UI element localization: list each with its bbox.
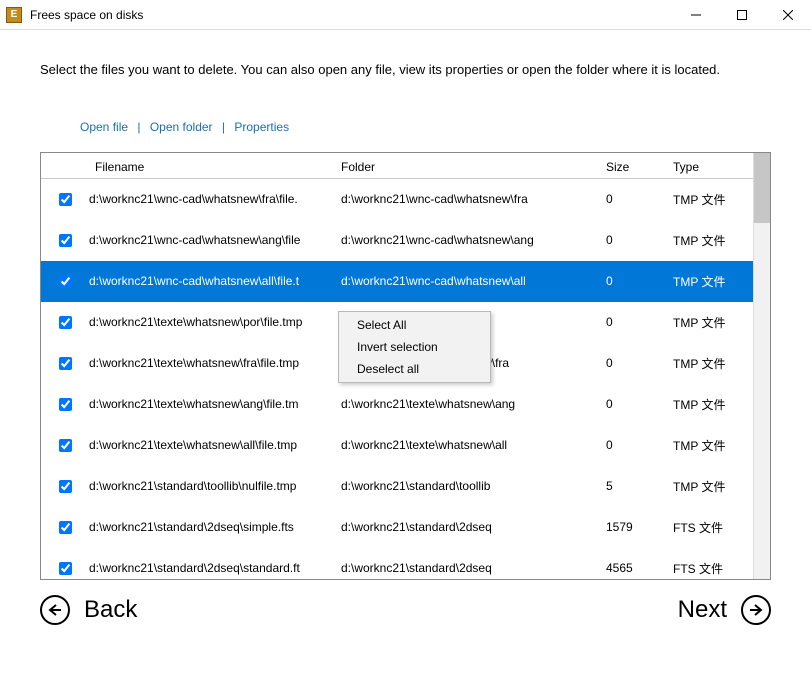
arrow-right-icon [741,595,771,625]
table-row[interactable]: d:\worknc21\wnc-cad\whatsnew\fra\file.d:… [41,179,753,220]
arrow-left-icon [40,595,70,625]
open-file-link[interactable]: Open file [80,120,128,134]
cell-type: TMP 文件 [651,273,746,290]
cell-filename: d:\worknc21\texte\whatsnew\fra\file.tmp [89,356,341,370]
cell-folder: d:\worknc21\standard\2dseq [341,561,551,575]
cell-size: 0 [551,397,651,411]
column-filename[interactable]: Filename [89,156,341,174]
row-checkbox[interactable] [59,398,72,411]
row-checkbox[interactable] [59,316,72,329]
cell-filename: d:\worknc21\texte\whatsnew\por\file.tmp [89,315,341,329]
cell-type: TMP 文件 [651,437,746,454]
cell-filename: d:\worknc21\texte\whatsnew\all\file.tmp [89,438,341,452]
table-header: Filename Folder Size Type [41,153,753,179]
vertical-scrollbar[interactable] [753,153,770,579]
cell-type: FTS 文件 [651,560,746,577]
back-label: Back [84,596,137,624]
table-row[interactable]: d:\worknc21\standard\2dseq\simple.ftsd:\… [41,507,753,548]
maximize-button[interactable] [719,0,765,30]
app-icon: E [6,7,22,23]
cell-size: 4565 [551,561,651,575]
cell-folder: d:\worknc21\wnc-cad\whatsnew\fra [341,192,551,206]
row-checkbox[interactable] [59,480,72,493]
column-size[interactable]: Size [551,156,651,174]
cell-folder: d:\worknc21\texte\whatsnew\ang [341,397,551,411]
table-row[interactable]: d:\worknc21\wnc-cad\whatsnew\ang\filed:\… [41,220,753,261]
next-button[interactable]: Next [678,595,771,625]
menu-deselect-all[interactable]: Deselect all [341,358,488,380]
cell-type: TMP 文件 [651,191,746,208]
cell-filename: d:\worknc21\wnc-cad\whatsnew\ang\file [89,233,341,247]
cell-folder: d:\worknc21\wnc-cad\whatsnew\all [341,274,551,288]
back-button[interactable]: Back [40,595,137,625]
properties-link[interactable]: Properties [234,120,289,134]
row-checkbox[interactable] [59,357,72,370]
cell-size: 5 [551,479,651,493]
window-title: Frees space on disks [30,8,143,22]
cell-size: 0 [551,192,651,206]
cell-folder: d:\worknc21\standard\toollib [341,479,551,493]
cell-filename: d:\worknc21\standard\2dseq\standard.ft [89,561,341,575]
context-menu: Select All Invert selection Deselect all [338,311,491,383]
cell-size: 0 [551,438,651,452]
cell-size: 0 [551,356,651,370]
instruction-text: Select the files you want to delete. You… [40,60,771,80]
column-type[interactable]: Type [651,156,746,174]
table-row[interactable]: d:\worknc21\standard\toollib\nulfile.tmp… [41,466,753,507]
cell-type: TMP 文件 [651,355,746,372]
cell-size: 0 [551,315,651,329]
menu-invert-selection[interactable]: Invert selection [341,336,488,358]
cell-type: FTS 文件 [651,519,746,536]
open-folder-link[interactable]: Open folder [150,120,213,134]
cell-type: TMP 文件 [651,478,746,495]
cell-size: 1579 [551,520,651,534]
column-folder[interactable]: Folder [341,156,551,174]
cell-filename: d:\worknc21\standard\2dseq\simple.fts [89,520,341,534]
cell-filename: d:\worknc21\wnc-cad\whatsnew\fra\file. [89,192,341,206]
table-row[interactable]: d:\worknc21\standard\2dseq\standard.ftd:… [41,548,753,579]
row-checkbox[interactable] [59,275,72,288]
row-checkbox[interactable] [59,562,72,575]
table-row[interactable]: d:\worknc21\texte\whatsnew\ang\file.tmd:… [41,384,753,425]
titlebar: E Frees space on disks [0,0,811,30]
row-checkbox[interactable] [59,521,72,534]
cell-size: 0 [551,233,651,247]
table-row[interactable]: d:\worknc21\texte\whatsnew\all\file.tmpd… [41,425,753,466]
row-checkbox[interactable] [59,439,72,452]
cell-folder: d:\worknc21\texte\whatsnew\all [341,438,551,452]
menu-select-all[interactable]: Select All [341,314,488,336]
cell-filename: d:\worknc21\texte\whatsnew\ang\file.tm [89,397,341,411]
cell-type: TMP 文件 [651,232,746,249]
cell-size: 0 [551,274,651,288]
cell-filename: d:\worknc21\wnc-cad\whatsnew\all\file.t [89,274,341,288]
close-button[interactable] [765,0,811,30]
wizard-footer: Back Next [0,580,811,640]
cell-folder: d:\worknc21\standard\2dseq [341,520,551,534]
action-links: Open file | Open folder | Properties [80,120,771,134]
cell-type: TMP 文件 [651,314,746,331]
row-checkbox[interactable] [59,193,72,206]
cell-type: TMP 文件 [651,396,746,413]
minimize-button[interactable] [673,0,719,30]
table-row[interactable]: d:\worknc21\wnc-cad\whatsnew\all\file.td… [41,261,753,302]
next-label: Next [678,596,727,624]
cell-folder: d:\worknc21\wnc-cad\whatsnew\ang [341,233,551,247]
cell-filename: d:\worknc21\standard\toollib\nulfile.tmp [89,479,341,493]
scrollbar-thumb[interactable] [754,153,770,223]
row-checkbox[interactable] [59,234,72,247]
